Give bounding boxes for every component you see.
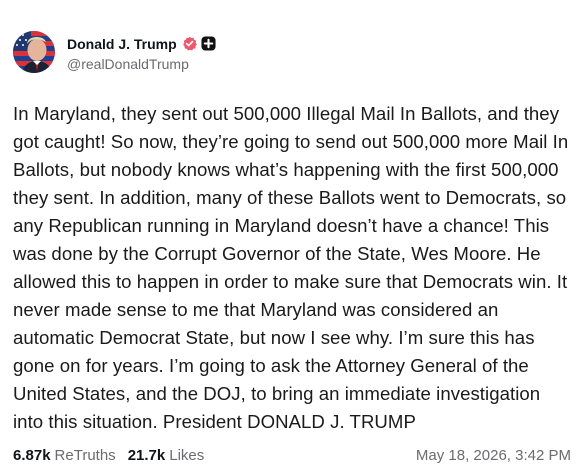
author-handle[interactable]: @realDonaldTrump [67,56,216,72]
retruths-count: 6.87k [13,446,51,464]
likes-label: Likes [169,446,205,464]
post-footer: 6.87k ReTruths 21.7k Likes May 18, 2026,… [13,444,571,466]
retruths-label: ReTruths [54,446,116,464]
post-timestamp[interactable]: May 18, 2026, 3:42 PM [416,447,571,464]
likes-stat[interactable]: 21.7k Likes [128,447,205,464]
post-header: Donald J. Trump @realDonaldTrump [13,30,216,74]
post-text: In Maryland, they sent out 500,000 Illeg… [13,103,569,432]
plus-badge-icon [201,36,216,51]
avatar[interactable] [13,31,55,73]
truth-post: Donald J. Trump @realDonaldTrump In Mary… [0,0,582,476]
name-row: Donald J. Trump [67,33,216,55]
verified-badge-icon [182,36,197,51]
author-display-name[interactable]: Donald J. Trump [67,36,177,52]
likes-count: 21.7k [127,446,166,464]
retruths-stat[interactable]: 6.87k ReTruths [13,447,116,464]
portrait-with-flag-avatar [13,31,55,73]
author-identity: Donald J. Trump @realDonaldTrump [67,33,216,72]
